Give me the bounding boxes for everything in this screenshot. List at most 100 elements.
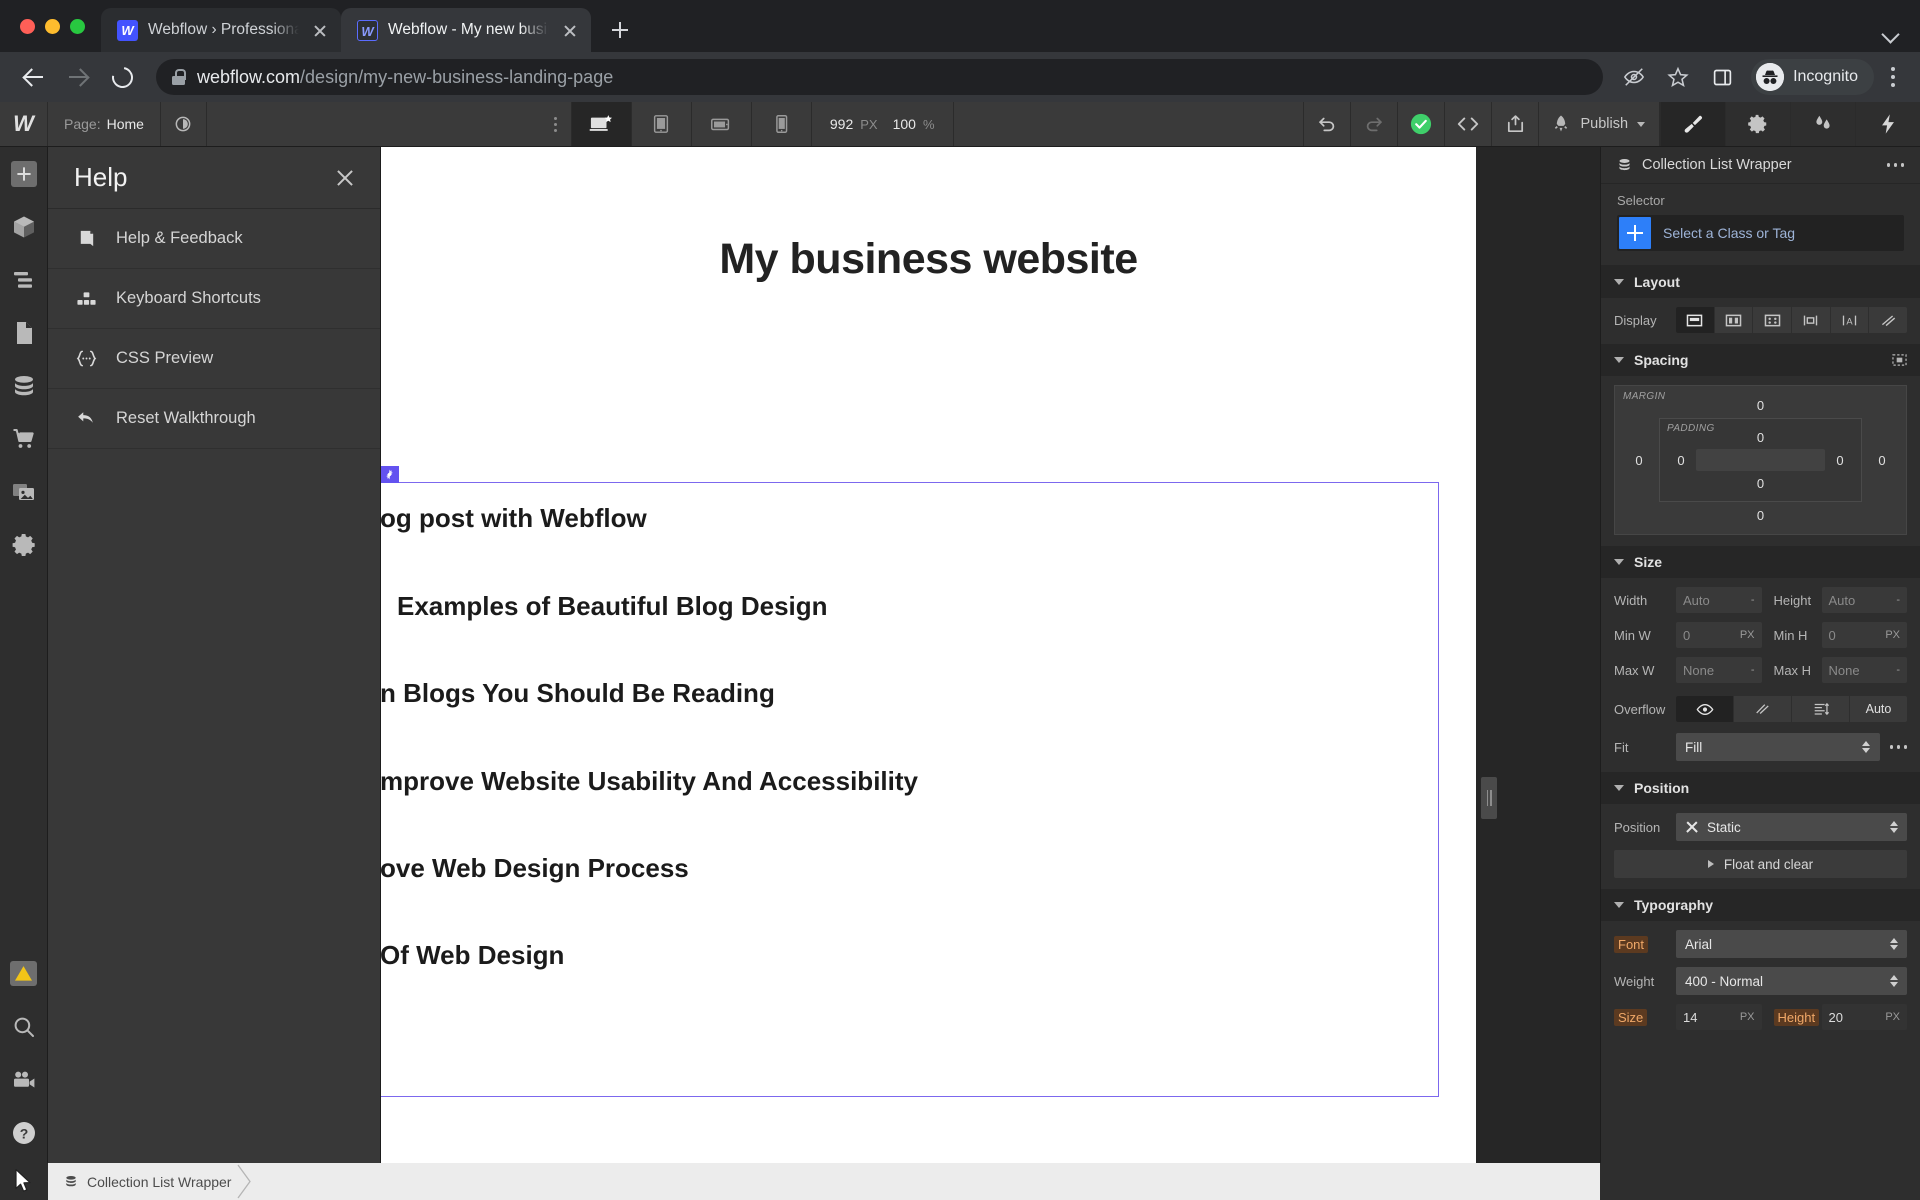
x-icon[interactable] <box>1685 820 1699 834</box>
pages-icon[interactable] <box>0 306 48 359</box>
add-element-icon[interactable] <box>0 147 48 200</box>
overflow-visible-option[interactable] <box>1676 696 1734 722</box>
fit-select[interactable]: Fill <box>1676 733 1880 761</box>
canvas-page-preview[interactable]: My business website og post with Webflow… <box>381 147 1476 1163</box>
tab-quick-find[interactable] <box>1855 102 1920 146</box>
padding-box[interactable]: PADDING 0 0 0 0 <box>1659 418 1862 502</box>
width-input[interactable]: Auto - <box>1676 587 1762 613</box>
breakpoint-desktop[interactable] <box>571 102 632 146</box>
close-tab-icon[interactable] <box>309 19 331 41</box>
page-heading[interactable]: My business website <box>381 235 1476 284</box>
design-canvas[interactable]: My business website og post with Webflow… <box>381 147 1600 1163</box>
canvas-zoom-controls[interactable]: 992 PX 100 % <box>812 102 954 146</box>
audit-warning-icon[interactable] <box>0 947 48 1000</box>
video-tutorials-icon[interactable] <box>0 1053 48 1106</box>
help-icon[interactable]: ? <box>0 1106 48 1159</box>
browser-tab-2[interactable]: W Webflow - My new business lan <box>341 8 591 52</box>
breakpoint-mobile-portrait[interactable] <box>752 102 812 146</box>
display-inline-block-option[interactable] <box>1792 307 1831 333</box>
blog-item-title[interactable]: Examples of Beautiful Blog Design <box>397 591 828 622</box>
kebab-menu-icon[interactable] <box>1880 62 1906 92</box>
more-options-icon[interactable] <box>553 116 557 132</box>
display-inline-option[interactable]: A <box>1831 307 1870 333</box>
section-header-size[interactable]: Size <box>1601 546 1920 578</box>
browser-tab-1[interactable]: W Webflow › Professional Freelan <box>101 8 341 52</box>
section-header-spacing[interactable]: Spacing <box>1601 344 1920 376</box>
page-selector[interactable]: Page: Home <box>48 102 161 146</box>
blog-item-title[interactable]: og post with Webflow <box>381 503 647 534</box>
side-panel-icon[interactable] <box>1703 58 1741 96</box>
undo-button[interactable] <box>1304 102 1352 146</box>
saved-status-button[interactable] <box>1398 102 1446 146</box>
display-grid-option[interactable] <box>1753 307 1793 333</box>
position-select[interactable]: Static <box>1676 813 1907 841</box>
forward-button[interactable] <box>58 57 98 97</box>
address-bar[interactable]: webflow.com/design/my-new-business-landi… <box>156 59 1604 95</box>
profile-incognito-button[interactable]: Incognito <box>1751 59 1874 95</box>
close-tab-icon[interactable] <box>559 19 581 41</box>
tab-interactions-panel[interactable] <box>1790 102 1856 146</box>
breakpoint-tablet[interactable] <box>632 102 692 146</box>
canvas-resize-handle[interactable] <box>1481 777 1497 819</box>
redo-button[interactable] <box>1351 102 1399 146</box>
search-icon[interactable] <box>0 1000 48 1053</box>
overflow-scroll-option[interactable] <box>1792 696 1850 722</box>
code-export-button[interactable] <box>1445 102 1493 146</box>
max-height-input[interactable]: None - <box>1821 657 1907 683</box>
new-tab-button[interactable] <box>601 11 639 49</box>
blog-item-title[interactable]: ove Web Design Process <box>381 853 689 884</box>
cms-collections-icon[interactable] <box>0 359 48 412</box>
overflow-hidden-option[interactable] <box>1734 696 1792 722</box>
margin-right-value[interactable]: 0 <box>1864 453 1900 468</box>
blog-item-title[interactable]: Of Web Design <box>381 940 564 971</box>
section-header-layout[interactable]: Layout <box>1601 266 1920 298</box>
webflow-logo[interactable]: W <box>0 102 48 146</box>
float-and-clear-toggle[interactable]: Float and clear <box>1614 850 1907 878</box>
help-item-css-preview[interactable]: CSS Preview <box>48 329 380 389</box>
selector-input[interactable]: Select a Class or Tag <box>1617 215 1904 251</box>
navigator-icon[interactable] <box>0 253 48 306</box>
margin-top-value[interactable]: 0 <box>1657 398 1864 413</box>
breadcrumb[interactable]: Collection List Wrapper <box>48 1163 252 1200</box>
eye-slash-icon[interactable] <box>1615 58 1653 96</box>
padding-right-value[interactable]: 0 <box>1825 453 1855 468</box>
blog-item-title[interactable]: n Blogs You Should Be Reading <box>381 678 775 709</box>
margin-box[interactable]: MARGIN 0 0 PADDING 0 0 0 0 0 0 <box>1614 385 1907 535</box>
font-size-input[interactable]: 14 PX <box>1676 1004 1762 1030</box>
font-select[interactable]: Arial <box>1676 930 1907 958</box>
padding-top-value[interactable]: 0 <box>1696 430 1825 445</box>
display-none-option[interactable] <box>1869 307 1907 333</box>
publish-button[interactable]: Publish <box>1539 102 1661 146</box>
star-icon[interactable] <box>1659 58 1697 96</box>
minimize-window-button[interactable] <box>45 18 60 34</box>
section-header-typography[interactable]: Typography <box>1601 889 1920 921</box>
site-settings-icon[interactable] <box>0 518 48 571</box>
assets-icon[interactable] <box>0 465 48 518</box>
help-item-reset-walkthrough[interactable]: Reset Walkthrough <box>48 389 380 449</box>
close-window-button[interactable] <box>20 18 35 34</box>
back-button[interactable] <box>14 57 54 97</box>
height-input[interactable]: Auto - <box>1821 587 1907 613</box>
min-height-input[interactable]: 0 PX <box>1821 622 1907 648</box>
expand-spacing-icon[interactable] <box>1892 353 1907 367</box>
padding-left-value[interactable]: 0 <box>1666 453 1696 468</box>
breakpoint-mobile-landscape[interactable] <box>692 102 752 146</box>
help-item-keyboard-shortcuts[interactable]: Keyboard Shortcuts <box>48 269 380 329</box>
share-button[interactable] <box>1492 102 1540 146</box>
margin-bottom-value[interactable]: 0 <box>1657 508 1864 523</box>
line-height-input[interactable]: 20 PX <box>1821 1004 1907 1030</box>
display-block-option[interactable] <box>1676 307 1715 333</box>
display-flex-option[interactable] <box>1715 307 1754 333</box>
tab-style-panel[interactable] <box>1660 102 1726 146</box>
overflow-auto-option[interactable]: Auto <box>1850 696 1907 722</box>
preview-toggle-button[interactable] <box>161 102 207 146</box>
max-width-input[interactable]: None - <box>1676 657 1762 683</box>
ellipsis-icon[interactable] <box>1889 745 1907 749</box>
blog-item-title[interactable]: mprove Website Usability And Accessibili… <box>381 766 918 797</box>
help-item-help-and-feedback[interactable]: Help & Feedback <box>48 209 380 269</box>
ecommerce-icon[interactable] <box>0 412 48 465</box>
cog-icon[interactable] <box>381 466 399 483</box>
components-icon[interactable] <box>0 200 48 253</box>
maximize-window-button[interactable] <box>70 18 85 34</box>
collection-list-wrapper-selection[interactable]: og post with Webflow Examples of Beautif… <box>381 466 1439 1097</box>
